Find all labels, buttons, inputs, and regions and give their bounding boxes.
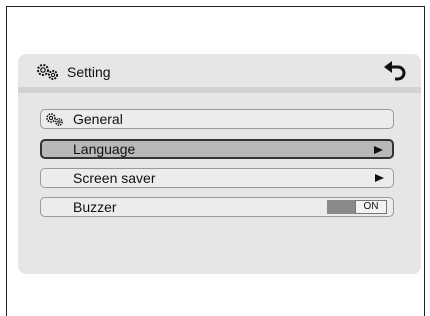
gears-icon (46, 113, 63, 126)
back-arrow-icon[interactable] (383, 58, 409, 84)
toggle-off-segment (327, 200, 355, 214)
menu-item-label: Screen saver (73, 170, 156, 186)
header: Setting (35, 62, 111, 82)
menu-item-label: General (73, 111, 123, 127)
menu-item-general[interactable]: General (40, 109, 394, 129)
toggle-on-segment: ON (355, 200, 387, 214)
menu-item-label: Language (73, 141, 136, 157)
menu-item-label: Buzzer (73, 199, 117, 215)
buzzer-toggle[interactable]: ON (327, 200, 387, 214)
right-triangle-icon (374, 146, 383, 154)
gears-icon (37, 64, 58, 80)
header-divider (18, 87, 421, 93)
menu-item-buzzer[interactable]: Buzzer ON (40, 197, 394, 217)
menu-item-language[interactable]: Language (40, 139, 394, 159)
menu-item-screen-saver[interactable]: Screen saver (40, 168, 394, 188)
right-triangle-icon (375, 174, 384, 182)
settings-panel: Setting General Language Screen saver Bu… (18, 54, 421, 274)
page-title: Setting (67, 64, 111, 80)
